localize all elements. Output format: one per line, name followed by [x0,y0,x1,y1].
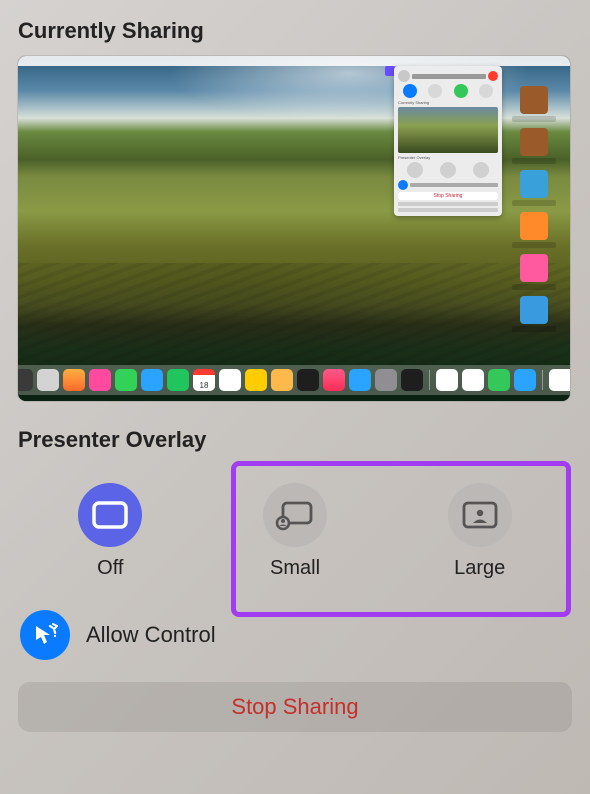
nested-stop-sharing: Stop Sharing [398,192,498,200]
facetime-icon [167,369,189,391]
nested-share-popup: Currently Sharing Presenter Overlay Stop… [394,66,502,216]
mail-icon [141,369,163,391]
terminal-icon [401,369,423,391]
folder-icon [520,170,548,198]
nested-allow-control-icon [398,180,408,190]
desktop-icons [504,86,564,361]
reminders-icon [245,369,267,391]
end-call-icon [488,71,498,81]
nested-small-icon [440,162,456,178]
overlay-large-icon [448,483,512,547]
folder-icon [520,86,548,114]
safari2-icon [514,369,536,391]
overlay-off-icon [78,483,142,547]
overlay-option-off[interactable]: Off [18,469,203,598]
overlay-off-label: Off [97,557,123,580]
presenter-overlay-title: Presenter Overlay [18,427,572,453]
music-icon [323,369,345,391]
folder-icon [520,128,548,156]
safari-icon [37,369,59,391]
presenter-overlay-options: Off Small [18,465,572,598]
overlay-option-small[interactable]: Small [203,469,388,598]
calendar-icon: 18 [193,369,215,391]
overlay-small-label: Small [270,557,320,580]
firefox-icon [63,369,85,391]
app-icon [488,369,510,391]
folder-icon [520,212,548,240]
caller-name-placeholder [412,74,486,79]
app-icon [271,369,293,391]
stop-sharing-button[interactable]: Stop Sharing [18,682,572,732]
launchpad-icon [18,369,33,391]
app-icon [89,369,111,391]
appstore-icon [349,369,371,391]
nested-large-icon [473,162,489,178]
slack-icon [462,369,484,391]
more-icon [479,84,493,98]
edge-icon [436,369,458,391]
allow-control-row[interactable]: Allow Control [18,598,572,660]
screen-share-preview[interactable]: Currently Sharing Presenter Overlay Stop… [18,56,570,401]
mic-icon [403,84,417,98]
camera-icon [428,84,442,98]
nested-off-icon [407,162,423,178]
dock: 18 [18,365,570,395]
overlay-large-label: Large [454,557,505,580]
currently-sharing-title: Currently Sharing [18,18,572,44]
share-icon [454,84,468,98]
downloads-icon [549,369,570,391]
folder-icon [520,254,548,282]
tv-icon [297,369,319,391]
allow-control-label: Allow Control [86,622,216,648]
notes-icon [219,369,241,391]
avatar [398,70,410,82]
menubar [18,56,570,66]
messages-icon [115,369,137,391]
allow-control-icon [20,610,70,660]
overlay-small-icon [263,483,327,547]
folder-icon [520,296,548,324]
overlay-option-large[interactable]: Large [387,469,572,598]
nested-preview [398,107,498,153]
settings-icon [375,369,397,391]
